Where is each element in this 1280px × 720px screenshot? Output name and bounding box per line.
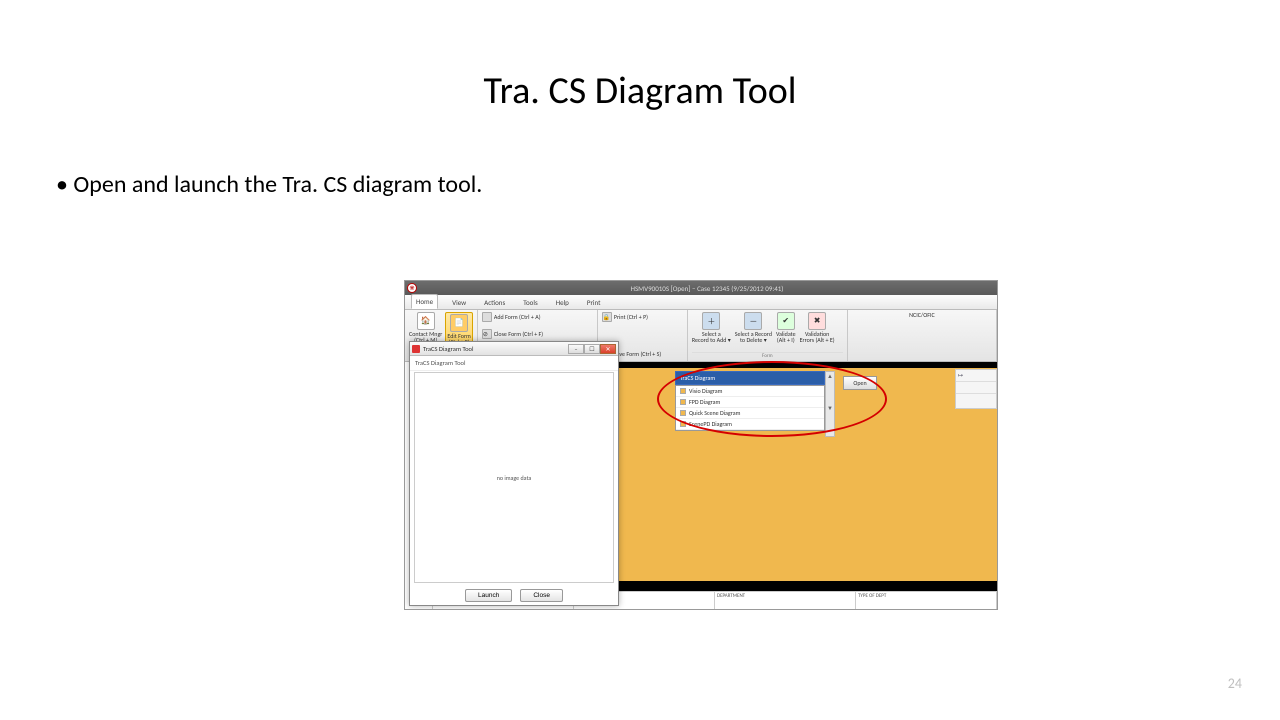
validate-button[interactable]: ✔Validate (Alt + I): [776, 312, 796, 344]
tab-print[interactable]: Print: [583, 296, 605, 309]
ncic-label: NCIC/OFIC: [852, 312, 992, 318]
page-number: 24: [1228, 675, 1242, 692]
dialog-subtitle: TraCS Diagram Tool: [410, 356, 618, 371]
launch-button[interactable]: Launch: [465, 589, 512, 602]
tab-help[interactable]: Help: [552, 296, 573, 309]
screenshot: ❋ HSMV90010S [Open] – Case 12345 (9/25/2…: [404, 280, 998, 610]
validation-errors-button[interactable]: ✖Validation Errors (Alt + E): [800, 312, 835, 344]
bullet-line: Open and launch the Tra. CS diagram tool…: [56, 170, 482, 199]
footer-dept: DEPARTMENT: [715, 592, 856, 609]
ribbon-tabs: Home View Actions Tools Help Print: [405, 295, 997, 310]
dropdown-item[interactable]: ScenePD Diagram: [676, 419, 824, 430]
dialog-icon: [412, 345, 420, 353]
close-form-button[interactable]: ⊘Close Form (Ctrl + F): [482, 329, 593, 339]
maximize-button[interactable]: ☐: [584, 344, 600, 354]
app-orb-icon[interactable]: ❋: [407, 283, 417, 293]
dialog-title: TraCS Diagram Tool: [423, 345, 568, 353]
diagram-dropdown[interactable]: TraCS Diagram Visio Diagram FPD Diagram …: [675, 371, 825, 431]
select-delete-button[interactable]: －Select a Record to Delete ▾: [735, 312, 772, 344]
close-window-button[interactable]: ✕: [600, 344, 616, 354]
print-button[interactable]: 🔒Print (Ctrl + P): [602, 312, 683, 322]
dropdown-item[interactable]: Visio Diagram: [676, 386, 824, 397]
dropdown-item[interactable]: FPD Diagram: [676, 397, 824, 408]
app-title: HSMV90010S [Open] – Case 12345 (9/25/201…: [417, 284, 997, 293]
ribbon-group-form-label: Form: [692, 352, 843, 359]
app-titlebar: ❋ HSMV90010S [Open] – Case 12345 (9/25/2…: [405, 281, 997, 295]
dropdown-item[interactable]: Quick Scene Diagram: [676, 408, 824, 419]
add-form-button[interactable]: Add Form (Ctrl + A): [482, 312, 593, 322]
dialog-titlebar: TraCS Diagram Tool – ☐ ✕: [410, 342, 618, 356]
open-button[interactable]: Open: [843, 376, 877, 390]
dropdown-list[interactable]: Visio Diagram FPD Diagram Quick Scene Di…: [675, 385, 825, 431]
select-add-button[interactable]: ＋Select a Record to Add ▾: [692, 312, 731, 344]
tab-home[interactable]: Home: [411, 294, 438, 309]
right-panel: ↦: [955, 369, 997, 409]
diagram-tool-dialog: TraCS Diagram Tool – ☐ ✕ TraCS Diagram T…: [409, 341, 619, 606]
minimize-button[interactable]: –: [568, 344, 584, 354]
tab-actions[interactable]: Actions: [480, 296, 509, 309]
tab-tools[interactable]: Tools: [519, 296, 542, 309]
dialog-body: no image data: [414, 372, 614, 583]
slide-title: Tra. CS Diagram Tool: [0, 68, 1280, 114]
dropdown-selected[interactable]: TraCS Diagram: [675, 371, 825, 385]
close-button[interactable]: Close: [520, 589, 563, 602]
dropdown-scrollbar[interactable]: ▲▼: [825, 371, 835, 437]
tab-view[interactable]: View: [448, 296, 470, 309]
footer-type: TYPE OF DEPT: [856, 592, 997, 609]
